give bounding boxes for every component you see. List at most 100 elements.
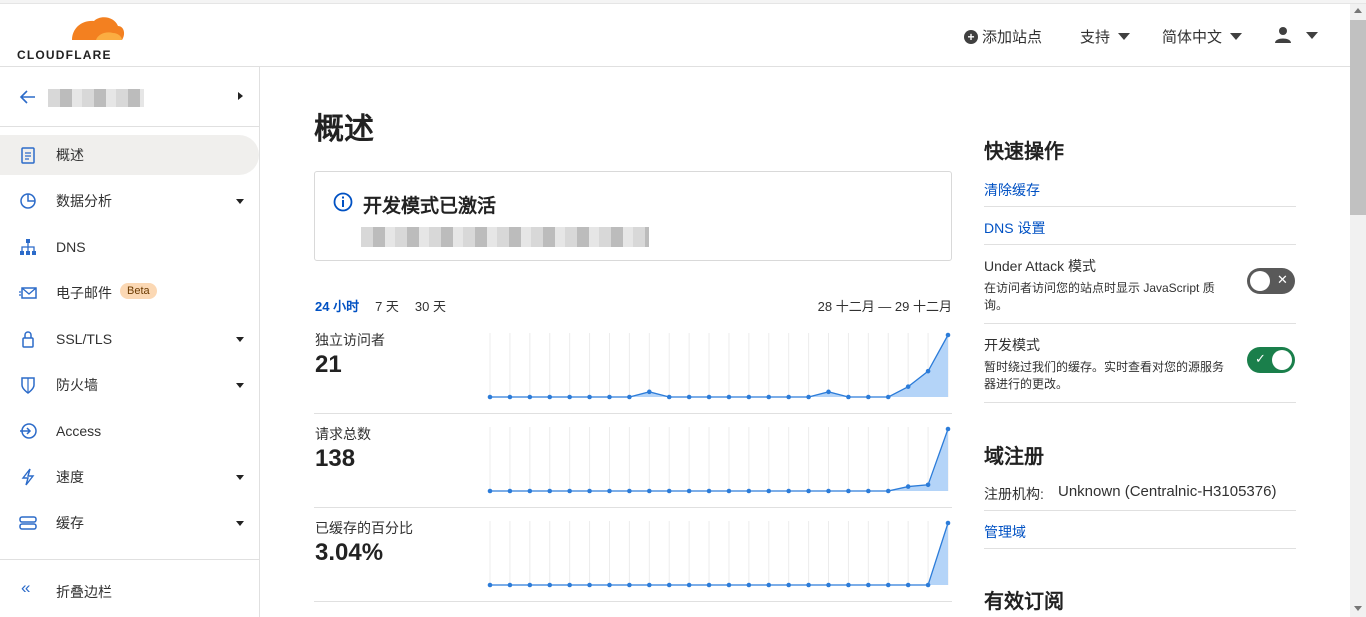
data-point[interactable] <box>706 582 712 588</box>
data-point[interactable] <box>746 582 752 588</box>
user-menu[interactable] <box>1274 26 1318 44</box>
data-point[interactable] <box>905 384 911 389</box>
data-point[interactable] <box>527 488 533 494</box>
collapse-sidebar-button[interactable]: « 折叠边栏 <box>0 559 259 617</box>
data-point[interactable] <box>487 488 493 494</box>
data-point[interactable] <box>487 394 493 400</box>
sidebar-item-speed[interactable]: 速度 <box>0 457 259 497</box>
sidebar-item-firewall[interactable]: 防火墙 <box>0 365 259 405</box>
data-point[interactable] <box>726 582 732 588</box>
tab-24-hours[interactable]: 24 小时 <box>315 296 359 315</box>
data-point[interactable] <box>786 488 791 494</box>
data-point[interactable] <box>786 582 791 588</box>
sidebar-item-ssl-tls[interactable]: SSL/TLS <box>0 319 259 359</box>
data-point[interactable] <box>647 488 652 494</box>
dev-mode-toggle[interactable]: ✓ <box>1247 347 1295 373</box>
data-point[interactable] <box>507 582 513 588</box>
data-point[interactable] <box>607 394 612 400</box>
cloudflare-logo[interactable]: CLOUDFLARE <box>16 14 126 62</box>
data-point[interactable] <box>587 488 592 494</box>
data-point[interactable] <box>527 582 533 588</box>
data-point[interactable] <box>726 488 732 494</box>
data-point[interactable] <box>826 582 831 588</box>
language-menu[interactable]: 简体中文 <box>1162 26 1243 47</box>
data-point[interactable] <box>627 488 632 494</box>
data-point[interactable] <box>885 488 891 494</box>
data-point[interactable] <box>746 394 752 400</box>
data-point[interactable] <box>686 394 692 400</box>
data-point[interactable] <box>925 482 931 488</box>
sidebar-item-analytics[interactable]: 数据分析 <box>0 181 259 221</box>
data-point[interactable] <box>846 582 851 588</box>
data-point[interactable] <box>547 488 553 494</box>
data-point[interactable] <box>567 488 572 494</box>
data-point[interactable] <box>647 389 652 395</box>
data-point[interactable] <box>786 394 791 400</box>
data-point[interactable] <box>945 332 951 338</box>
data-point[interactable] <box>507 488 513 494</box>
data-point[interactable] <box>925 582 931 588</box>
sidebar-item-caching[interactable]: 缓存 <box>0 503 259 543</box>
data-point[interactable] <box>587 394 592 400</box>
scrollbar-thumb[interactable] <box>1350 20 1366 215</box>
manage-domain-link[interactable]: 管理域 <box>984 522 1026 542</box>
data-point[interactable] <box>885 394 891 400</box>
data-point[interactable] <box>666 488 672 494</box>
data-point[interactable] <box>487 582 493 588</box>
chevron-right-icon[interactable] <box>238 92 243 100</box>
data-point[interactable] <box>567 582 572 588</box>
dns-settings-link[interactable]: DNS 设置 <box>984 218 1045 238</box>
data-point[interactable] <box>666 582 672 588</box>
data-point[interactable] <box>527 394 533 400</box>
add-site-button[interactable]: + 添加站点 <box>964 26 1042 47</box>
data-point[interactable] <box>945 520 951 526</box>
data-point[interactable] <box>647 582 652 588</box>
support-menu[interactable]: 支持 <box>1080 26 1131 47</box>
scroll-up-arrow-icon[interactable] <box>1354 8 1362 13</box>
data-point[interactable] <box>846 488 851 494</box>
data-point[interactable] <box>607 582 612 588</box>
data-point[interactable] <box>925 368 931 374</box>
data-point[interactable] <box>766 394 772 400</box>
data-point[interactable] <box>726 394 732 400</box>
data-point[interactable] <box>885 582 891 588</box>
data-point[interactable] <box>826 488 831 494</box>
data-point[interactable] <box>945 426 951 432</box>
data-point[interactable] <box>686 488 692 494</box>
sidebar-item-dns[interactable]: DNS <box>0 227 259 267</box>
data-point[interactable] <box>866 394 871 400</box>
data-point[interactable] <box>627 582 632 588</box>
data-point[interactable] <box>587 582 592 588</box>
data-point[interactable] <box>766 488 772 494</box>
data-point[interactable] <box>706 488 712 494</box>
data-point[interactable] <box>866 582 871 588</box>
data-point[interactable] <box>666 394 672 400</box>
domain-selector[interactable] <box>0 67 259 127</box>
under-attack-toggle[interactable]: ✕ <box>1247 268 1295 294</box>
data-point[interactable] <box>686 582 692 588</box>
data-point[interactable] <box>806 488 811 494</box>
purge-cache-link[interactable]: 清除缓存 <box>984 180 1040 200</box>
scroll-down-arrow-icon[interactable] <box>1354 606 1362 611</box>
data-point[interactable] <box>905 484 911 489</box>
tab-30-days[interactable]: 30 天 <box>415 296 446 315</box>
sidebar-item-email[interactable]: 电子邮件 Beta <box>0 273 259 313</box>
data-point[interactable] <box>547 582 553 588</box>
data-point[interactable] <box>507 394 513 400</box>
data-point[interactable] <box>866 488 871 494</box>
data-point[interactable] <box>826 389 831 395</box>
data-point[interactable] <box>806 394 811 400</box>
data-point[interactable] <box>905 582 911 588</box>
back-arrow-icon[interactable] <box>19 89 37 105</box>
data-point[interactable] <box>547 394 553 400</box>
data-point[interactable] <box>766 582 772 588</box>
data-point[interactable] <box>607 488 612 494</box>
data-point[interactable] <box>846 394 851 400</box>
data-point[interactable] <box>746 488 752 494</box>
data-point[interactable] <box>806 582 811 588</box>
data-point[interactable] <box>706 394 712 400</box>
sidebar-item-access[interactable]: Access <box>0 411 259 451</box>
data-point[interactable] <box>627 394 632 400</box>
sidebar-item-overview[interactable]: 概述 <box>0 135 259 175</box>
data-point[interactable] <box>567 394 572 400</box>
